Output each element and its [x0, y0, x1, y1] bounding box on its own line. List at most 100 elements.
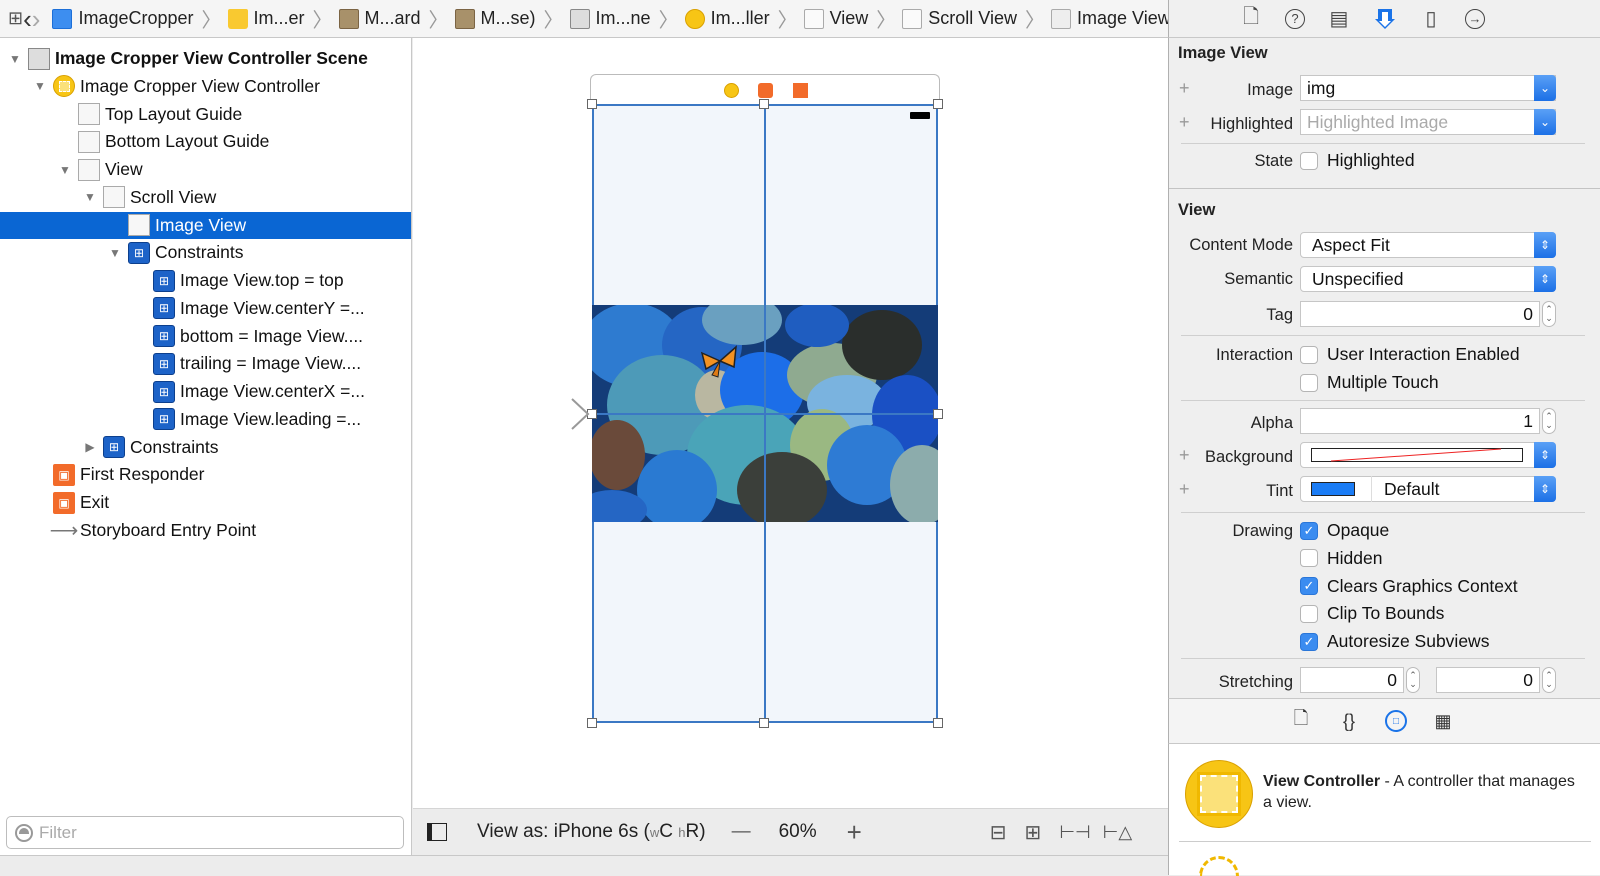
alpha-field[interactable]: 1 [1300, 408, 1540, 434]
outline-item[interactable]: ▣ Exit [0, 489, 411, 516]
checkbox[interactable] [1300, 373, 1318, 392]
first-responder-dock-icon[interactable] [758, 83, 773, 98]
outline-filter-field[interactable]: Filter [6, 816, 404, 849]
stretching-x-stepper[interactable]: ⌃ ⌄ [1406, 667, 1420, 693]
stretching-y-field[interactable]: 0 [1436, 667, 1540, 693]
exit-dock-icon[interactable] [793, 83, 808, 98]
content-mode-popup[interactable]: Aspect Fit ⇕ [1300, 232, 1556, 258]
zoom-out-button[interactable]: — [732, 821, 751, 843]
resize-handle[interactable] [587, 99, 597, 109]
object-library-icon[interactable]: □ [1385, 710, 1407, 732]
library-item-view-controller[interactable]: View Controller - A controller that mana… [1263, 771, 1583, 813]
outline-item[interactable]: ▼ View [0, 156, 411, 183]
checkbox[interactable]: ✓ [1300, 521, 1318, 540]
disclosure-expanded-icon[interactable]: ▼ [33, 79, 47, 93]
checkbox[interactable]: ✓ [1300, 632, 1318, 651]
resize-handle[interactable] [933, 99, 943, 109]
entry-point-arrow[interactable] [498, 396, 592, 437]
updown-chevron-icon[interactable]: ⇕ [1534, 476, 1556, 502]
view-as-label[interactable]: View as: iPhone 6s (wC hR) [477, 821, 706, 843]
chevron-down-icon[interactable]: ⌄ [1534, 109, 1556, 135]
highlighted-image-combo[interactable]: Highlighted Image ⌄ [1300, 109, 1556, 135]
outline-item[interactable]: ▼ Image Cropper View Controller Scene [0, 45, 411, 72]
breadcrumb-item[interactable]: M...se) 〉 [454, 4, 564, 33]
connections-inspector-icon[interactable]: → [1465, 8, 1485, 29]
image-combo[interactable]: img ⌄ [1300, 75, 1556, 101]
updown-chevron-icon[interactable]: ⇕ [1534, 232, 1556, 258]
disclosure-collapsed-icon[interactable]: ▶ [83, 440, 97, 454]
breadcrumb-item[interactable]: M...ard 〉 [338, 4, 449, 33]
resize-handle[interactable] [759, 99, 769, 109]
outline-item[interactable]: ⊞ bottom = Image View.... [0, 323, 411, 350]
align-icon[interactable]: ⊞ [1025, 820, 1042, 845]
stretching-x-field[interactable]: 0 [1300, 667, 1404, 693]
outline-item[interactable]: Image View [0, 211, 411, 239]
semantic-popup[interactable]: Unspecified ⇕ [1300, 266, 1556, 292]
drawing-checkbox-clears-graphics-context[interactable]: ✓ Clears Graphics Context [1300, 576, 1518, 597]
breadcrumb-item[interactable]: Im...er 〉 [227, 4, 333, 33]
outline-item[interactable]: ▼ Image Cropper View Controller [0, 73, 411, 100]
forward-button[interactable]: › [32, 6, 41, 32]
outline-item[interactable]: ⊞ Image View.centerX =... [0, 378, 411, 405]
disclosure-expanded-icon[interactable]: ▼ [108, 246, 122, 260]
outline-item[interactable]: Top Layout Guide [0, 101, 411, 128]
quick-help-icon[interactable]: ? [1285, 8, 1305, 29]
tint-color-popup[interactable]: Default ⇕ [1300, 476, 1556, 502]
identity-inspector-icon[interactable]: ▤ [1327, 7, 1351, 31]
checkbox[interactable] [1300, 549, 1318, 568]
drawing-checkbox-opaque[interactable]: ✓ Opaque [1300, 520, 1389, 541]
user-interaction-checkbox[interactable]: User Interaction Enabled [1300, 344, 1520, 365]
outline-item[interactable]: ⊞ Image View.centerY =... [0, 295, 411, 322]
resize-handle[interactable] [933, 409, 943, 419]
checkbox[interactable] [1300, 345, 1318, 364]
breadcrumb-item[interactable]: Scroll View 〉 [902, 4, 1045, 33]
updown-chevron-icon[interactable]: ⇕ [1534, 266, 1556, 292]
drawing-checkbox-autoresize-subviews[interactable]: ✓ Autoresize Subviews [1300, 631, 1489, 652]
outline-item[interactable]: ▼ Scroll View [0, 184, 411, 211]
pin-icon[interactable]: ⊢⊣ [1059, 822, 1090, 843]
view-controller-icon[interactable] [1185, 760, 1253, 828]
tag-stepper[interactable]: ⌃ ⌄ [1542, 301, 1556, 327]
resize-handle[interactable] [759, 718, 769, 728]
updown-chevron-icon[interactable]: ⇕ [1534, 442, 1556, 468]
code-snippet-icon[interactable]: {} [1337, 709, 1361, 733]
chevron-down-icon[interactable]: ⌄ [1534, 75, 1556, 101]
size-inspector-icon[interactable]: ▯ [1419, 7, 1443, 31]
outline-item[interactable]: Bottom Layout Guide [0, 128, 411, 155]
breadcrumb-item[interactable]: ImageCropper 〉 [52, 4, 222, 33]
drawing-checkbox-hidden[interactable]: Hidden [1300, 548, 1382, 569]
stretching-y-stepper[interactable]: ⌃ ⌄ [1542, 667, 1556, 693]
disclosure-expanded-icon[interactable]: ▼ [58, 163, 72, 177]
breadcrumb-item[interactable]: Im...ne 〉 [569, 4, 679, 33]
checkbox[interactable]: ✓ [1300, 577, 1318, 595]
resolve-issues-icon[interactable]: ⊢△ [1103, 822, 1133, 843]
file-inspector-icon[interactable]: 🗋 [1239, 6, 1263, 31]
state-highlighted-checkbox[interactable]: Highlighted [1300, 150, 1415, 171]
checkbox[interactable] [1300, 151, 1318, 170]
view-controller-dock-icon[interactable] [724, 83, 739, 98]
toggle-outline-icon[interactable] [427, 823, 447, 841]
disclosure-expanded-icon[interactable]: ▼ [8, 52, 22, 66]
background-color-well[interactable]: ⇕ [1300, 442, 1556, 468]
checkbox[interactable] [1300, 604, 1318, 623]
attributes-inspector-icon[interactable] [1373, 7, 1397, 31]
media-library-icon[interactable]: ▦ [1431, 709, 1455, 733]
next-library-item-icon[interactable] [1199, 856, 1239, 876]
back-button[interactable]: ‹ [23, 6, 32, 32]
outline-item[interactable]: ⊞ trailing = Image View.... [0, 350, 411, 377]
embed-in-stack-icon[interactable]: ⊟ [990, 820, 1007, 845]
drawing-checkbox-clip-to-bounds[interactable]: Clip To Bounds [1300, 603, 1444, 624]
breadcrumb-item[interactable]: Image View [1051, 8, 1171, 29]
disclosure-expanded-icon[interactable]: ▼ [83, 190, 97, 204]
file-template-icon[interactable]: 🗋 [1289, 708, 1313, 733]
resize-handle[interactable] [933, 718, 943, 728]
related-items-icon[interactable]: ⊞ [8, 8, 23, 30]
outline-item[interactable]: ⊞ Image View.top = top [0, 267, 411, 294]
zoom-in-button[interactable]: + [847, 817, 862, 848]
outline-item[interactable]: ▣ First Responder [0, 461, 411, 488]
tag-field[interactable]: 0 [1300, 301, 1540, 327]
resize-handle[interactable] [587, 718, 597, 728]
alpha-stepper[interactable]: ⌃ ⌄ [1542, 408, 1556, 434]
breadcrumb-item[interactable]: Im...ller 〉 [684, 4, 798, 33]
outline-item[interactable]: ▶ ⊞ Constraints [0, 434, 411, 461]
